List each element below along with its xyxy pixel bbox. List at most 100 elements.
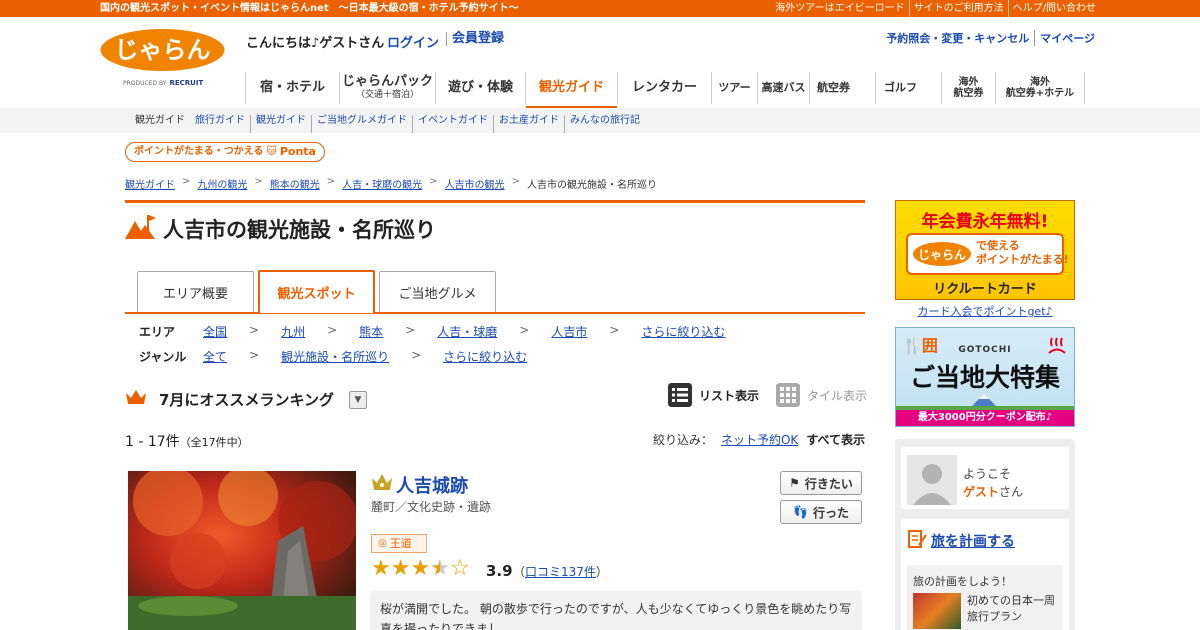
area-link[interactable]: 人吉・球磨: [437, 323, 497, 340]
footprint-icon: 👣: [793, 505, 808, 519]
nav-activity[interactable]: 遊び・体験: [435, 72, 525, 104]
review-snippet: 桜が満開でした。 朝の散歩で行ったのですが、人も少なくてゆっくり景色を眺めたり写…: [370, 591, 862, 630]
star-icon: ★: [390, 556, 411, 581]
nav-overseas-air[interactable]: 海外 航空券: [941, 72, 995, 104]
pin-flag-icon: ⚑: [789, 476, 800, 490]
subnav-travelogue[interactable]: みんなの旅行記: [564, 115, 645, 133]
gold-crown-icon: [372, 474, 392, 490]
plan-thumbnail[interactable]: [913, 593, 961, 629]
ranking-dropdown[interactable]: ▼: [349, 391, 367, 409]
plan-box: 旅を計画する 旅の計画をしよう！ 初めての日本一周旅行プラン: [901, 519, 1069, 630]
star-rating: ★ ★ ★ ★ ☆: [371, 556, 470, 582]
crown-icon: [126, 390, 146, 404]
subnav-souvenir-guide[interactable]: お土産ガイド: [493, 115, 564, 133]
review-count: （口コミ137件）: [513, 565, 608, 579]
login-link[interactable]: ログイン: [387, 32, 439, 51]
spot-score: 3.9: [486, 562, 513, 580]
want-to-go-button[interactable]: ⚑ 行きたい: [780, 471, 862, 495]
area-link[interactable]: 全国: [203, 323, 227, 340]
nav-golf[interactable]: ゴルフ: [875, 72, 925, 104]
list-view-icon: [668, 383, 692, 407]
filter-all[interactable]: すべて表示: [806, 431, 865, 448]
recruit-logo: RECRUIT: [169, 79, 204, 87]
top-link-usage[interactable]: サイトのご利用方法: [908, 0, 1008, 17]
recruit-card-ad[interactable]: 年会費永年無料! じゃらん で使える ポイントがたまる! リクルートカード: [895, 200, 1075, 300]
subnav-gourmet-guide[interactable]: ご当地グルメガイド: [311, 115, 412, 133]
plan-suggestion: 旅の計画をしよう！ 初めての日本一周旅行プラン: [907, 565, 1063, 630]
result-count: 1 - 17件（全17件中）: [125, 434, 249, 450]
breadcrumb-link[interactable]: 人吉・球磨の観光: [342, 176, 422, 191]
page-title: 人吉市の観光施設・名所巡り: [163, 218, 436, 242]
nav-overseas-air-hotel[interactable]: 海外 航空券+ホテル: [995, 72, 1085, 104]
nav-pack[interactable]: じゃらんパック （交通＋宿泊）: [339, 72, 435, 104]
breadcrumb-link[interactable]: 九州の観光: [197, 176, 247, 191]
breadcrumb-link[interactable]: 人吉市の観光: [445, 176, 505, 191]
main-nav: 宿・ホテル じゃらんパック （交通＋宿泊） 遊び・体験 観光ガイド レンタカー ツ…: [245, 72, 1085, 109]
spot-name-link[interactable]: 人吉城跡: [396, 472, 468, 498]
tab-bar: エリア概要 観光スポット ご当地グルメ: [125, 270, 865, 314]
genre-filter: ジャンル 全て > 観光施設・名所巡り > さらに絞り込む: [139, 348, 528, 365]
mypage-link[interactable]: マイページ: [1034, 30, 1100, 46]
top-bar: 国内の観光スポット・イベント情報はじゃらんnet ～日本最大級の宿・ホテル予約サ…: [0, 0, 1200, 17]
breadcrumb-link[interactable]: 観光ガイド: [125, 176, 175, 191]
mountain-flag-icon: [125, 215, 156, 239]
area-link[interactable]: 人吉市: [551, 323, 587, 340]
nav-tour[interactable]: ツアー: [711, 72, 757, 104]
gotochi-ad[interactable]: 🍴囲 GOTOCHI ご当地大特集 最大3000円分クーポン配布♪: [895, 327, 1075, 427]
ponta-face-icon: 🐱: [266, 146, 277, 157]
greeting: こんにちは♪ゲストさん: [246, 36, 385, 51]
genre-refine-link[interactable]: さらに絞り込む: [443, 348, 527, 365]
sidebar-panel: ようこそ ゲストさん 旅を計画する 旅の計画をしよう！ 初めての日本一周旅行プラ…: [895, 439, 1075, 630]
jalan-mini-logo: じゃらん: [913, 242, 971, 266]
logo-text: じゃらん: [115, 36, 211, 64]
review-count-link[interactable]: 口コミ137件: [525, 565, 596, 579]
spot-category: 麓町／文化史跡・遺跡: [371, 500, 492, 514]
breadcrumb: 観光ガイド > 九州の観光 > 熊本の観光 > 人吉・球磨の観光 > 人吉市の観…: [125, 176, 657, 191]
plan-trip-link[interactable]: 旅を計画する: [931, 531, 1015, 551]
avatar-icon: [907, 455, 957, 505]
tab-sightseeing[interactable]: 観光スポット: [258, 270, 375, 313]
tile-view-icon: [776, 383, 800, 407]
went-button[interactable]: 👣 行った: [780, 500, 862, 524]
tab-gourmet[interactable]: ご当地グルメ: [379, 271, 496, 312]
genre-link[interactable]: 観光施設・名所巡り: [281, 348, 389, 365]
top-link-abroad[interactable]: 海外ツアーはエイビーロード: [771, 0, 908, 17]
fuji-illustration: [896, 394, 1074, 412]
top-bar-links: 海外ツアーはエイビーロード サイトのご利用方法 ヘルプ/問い合わせ: [771, 0, 1100, 17]
tile-view-toggle[interactable]: タイル表示: [776, 383, 867, 407]
spot-photo[interactable]: [128, 471, 356, 630]
area-refine-link[interactable]: さらに絞り込む: [641, 323, 725, 340]
nav-hotel[interactable]: 宿・ホテル: [245, 72, 339, 104]
area-link[interactable]: 熊本: [359, 323, 383, 340]
filter-online-link[interactable]: ネット予約OK: [721, 431, 798, 448]
area-filter: エリア 全国 > 九州 > 熊本 > 人吉・球磨 > 人吉市 > さらに絞り込む: [139, 323, 726, 340]
card-signup-link[interactable]: カード入会でポイントget♪: [895, 303, 1075, 319]
ranking-title: 7月にオススメランキング: [159, 391, 334, 409]
sub-nav: 観光ガイド 旅行ガイド 観光ガイド ご当地グルメガイド イベントガイド お土産ガ…: [0, 108, 1200, 133]
nav-bus[interactable]: 高速バス: [757, 72, 809, 104]
nav-guide[interactable]: 観光ガイド: [525, 72, 617, 109]
breadcrumb-current: 人吉市の観光施設・名所巡り: [526, 180, 657, 191]
nav-rentacar[interactable]: レンタカー: [617, 72, 711, 104]
page-title-bar: 人吉市の観光施設・名所巡り: [125, 200, 865, 244]
breadcrumb-link[interactable]: 熊本の観光: [270, 176, 320, 191]
header-right-links: 予約照会・変更・キャンセル マイページ: [881, 30, 1100, 46]
top-link-help[interactable]: ヘルプ/問い合わせ: [1007, 0, 1100, 17]
tab-area-overview[interactable]: エリア概要: [137, 271, 254, 312]
register-link[interactable]: 会員登録: [446, 32, 504, 46]
area-link[interactable]: 九州: [281, 323, 305, 340]
star-icon: ★: [410, 556, 431, 581]
subnav-travel-guide[interactable]: 旅行ガイド: [195, 115, 250, 133]
plan-title[interactable]: 初めての日本一周旅行プラン: [967, 593, 1059, 625]
nav-air[interactable]: 航空券: [809, 72, 857, 104]
subnav-event-guide[interactable]: イベントガイド: [412, 115, 493, 133]
ponta-banner[interactable]: ポイントがたまる・つかえる 🐱 Ponta: [125, 142, 325, 162]
list-view-toggle[interactable]: リスト表示: [668, 383, 759, 407]
reservation-link[interactable]: 予約照会・変更・キャンセル: [881, 30, 1034, 46]
subnav-sightseeing-guide[interactable]: 観光ガイド: [250, 115, 311, 133]
star-empty-icon: ☆: [449, 556, 470, 581]
genre-link[interactable]: 全て: [203, 348, 227, 365]
jalan-logo[interactable]: じゃらん: [99, 27, 226, 73]
svg-text:じゃらん: じゃらん: [918, 248, 966, 262]
star-half-icon: ★: [430, 556, 450, 581]
